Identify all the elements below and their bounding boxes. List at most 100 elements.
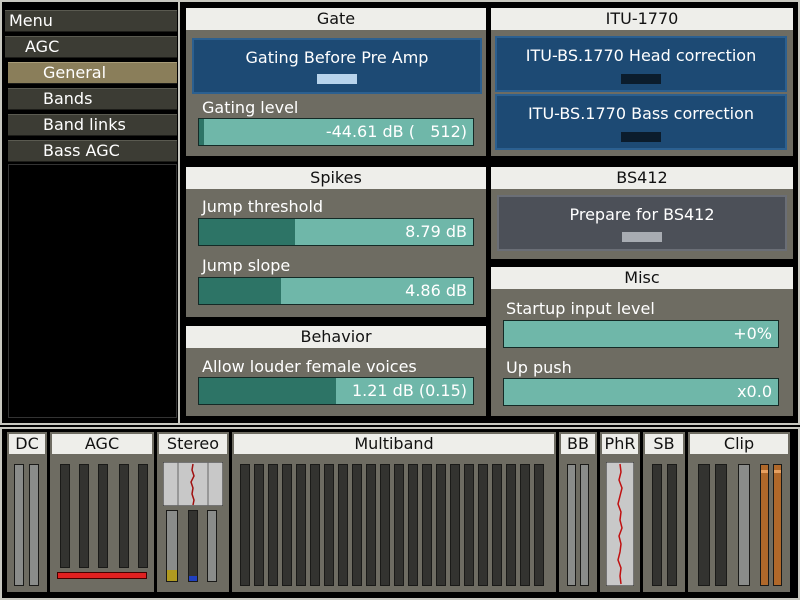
startup-input-level-slider[interactable]: +0% [503,320,779,348]
clip-bar [715,464,727,586]
sidebar-item-band-links[interactable]: Band links [8,114,177,136]
stereo-bar-center-level [189,576,197,581]
startup-input-level-label: Startup input level [506,299,655,318]
agc-bar [138,464,148,568]
bb-bar-right [580,464,589,586]
startup-input-level-value: +0% [733,324,772,343]
dc-title: DC [9,434,45,454]
sb-bar-right [667,464,677,586]
multiband-bar [520,464,530,586]
jump-slope-value: 4.86 dB [405,281,467,300]
phr-title: PhR [602,434,638,454]
sidebar-item-bands[interactable]: Bands [8,88,177,110]
jump-slope-slider[interactable]: 4.86 dB [198,277,474,305]
sidebar-item-bass-agc[interactable]: Bass AGC [8,140,177,162]
multiband-bar [240,464,250,586]
itu-head-correction-label: ITU-BS.1770 Head correction [525,46,757,65]
clip-bar-orange-right [773,464,782,586]
multiband-bar [254,464,264,586]
itu-bass-correction-indicator [621,132,661,142]
stereo-bar-left-level [167,570,177,581]
up-push-value: x0.0 [737,382,772,401]
gate-title: Gate [186,8,486,30]
gating-level-fill [199,119,205,145]
agc-bar [60,464,70,568]
multiband-bar [534,464,544,586]
female-voices-slider[interactable]: 1.21 dB (0.15) [198,377,474,405]
multiband-bar [408,464,418,586]
female-voices-fill [199,378,336,404]
itu-head-correction-button[interactable]: ITU-BS.1770 Head correction [495,36,787,92]
multiband-bar [296,464,306,586]
itu-bass-correction-button[interactable]: ITU-BS.1770 Bass correction [495,94,787,150]
gating-before-preamp-indicator [317,74,357,84]
bs412-panel: BS412 Prepare for BS412 [491,167,793,259]
bb-bar-left [567,464,576,586]
prepare-bs412-indicator [622,232,662,242]
stereo-bar-center [188,510,198,582]
multiband-bar [450,464,460,586]
itu-bass-correction-label: ITU-BS.1770 Bass correction [527,104,755,123]
multiband-bar [492,464,502,586]
jump-threshold-fill [199,219,295,245]
phr-meter: PhR [600,432,640,592]
gating-level-slider[interactable]: -44.61 dB ( 512) [198,118,474,146]
itu-title: ITU-1770 [491,8,793,30]
clip-bar-orange-left [760,464,769,586]
agc-bar [79,464,89,568]
multiband-title: Multiband [234,434,554,454]
behavior-title: Behavior [186,326,486,348]
sidebar-item-agc[interactable]: AGC [5,36,177,58]
clip-peak-right [774,470,781,473]
bb-title: BB [561,434,595,454]
gating-before-preamp-button[interactable]: Gating Before Pre Amp [192,38,482,94]
jump-slope-fill [199,278,282,304]
misc-panel: Misc Startup input level +0% Up push x0.… [491,267,793,416]
clip-title: Clip [690,434,788,454]
multiband-bar [310,464,320,586]
sidebar-empty-area [8,164,177,418]
multiband-bar [478,464,488,586]
jump-threshold-slider[interactable]: 8.79 dB [198,218,474,246]
multiband-bar [422,464,432,586]
multiband-bar [394,464,404,586]
behavior-panel: Behavior Allow louder female voices 1.21… [186,326,486,416]
jump-threshold-label: Jump threshold [202,197,324,216]
stereo-meter: Stereo [157,432,229,592]
agc-bar [98,464,108,568]
clip-bar [698,464,710,586]
stereo-scope [163,462,223,506]
multiband-bar [282,464,292,586]
multiband-bar [366,464,376,586]
sidebar-divider [178,2,180,423]
gating-level-label: Gating level [202,98,299,117]
sidebar-item-general[interactable]: General [8,62,177,84]
gating-level-value: -44.61 dB ( 512) [325,122,467,141]
agc-meter: AGC [50,432,154,592]
multiband-bar [268,464,278,586]
clip-peak-left [761,470,768,473]
sb-title: SB [645,434,683,454]
jump-threshold-value: 8.79 dB [405,222,467,241]
spikes-title: Spikes [186,167,486,189]
agc-title: AGC [52,434,152,454]
clip-meter: Clip [688,432,790,592]
up-push-slider[interactable]: x0.0 [503,378,779,406]
misc-title: Misc [491,267,793,289]
gating-before-preamp-label: Gating Before Pre Amp [245,48,429,67]
female-voices-label: Allow louder female voices [202,357,417,376]
up-push-label: Up push [506,358,572,377]
dc-bar-left [14,464,24,586]
female-voices-value: 1.21 dB (0.15) [351,381,467,400]
clip-bar [738,464,750,586]
itu-panel: ITU-1770 ITU-BS.1770 Head correction ITU… [491,8,793,156]
prepare-bs412-button[interactable]: Prepare for BS412 [497,195,787,251]
multiband-bar [506,464,516,586]
phr-graph [606,462,634,586]
sidebar: Menu AGC General Bands Band links Bass A… [5,6,177,418]
sb-meter: SB [643,432,685,592]
multiband-bar [436,464,446,586]
dc-meter: DC [7,432,47,592]
agc-bar [119,464,129,568]
sb-bar-left [652,464,662,586]
